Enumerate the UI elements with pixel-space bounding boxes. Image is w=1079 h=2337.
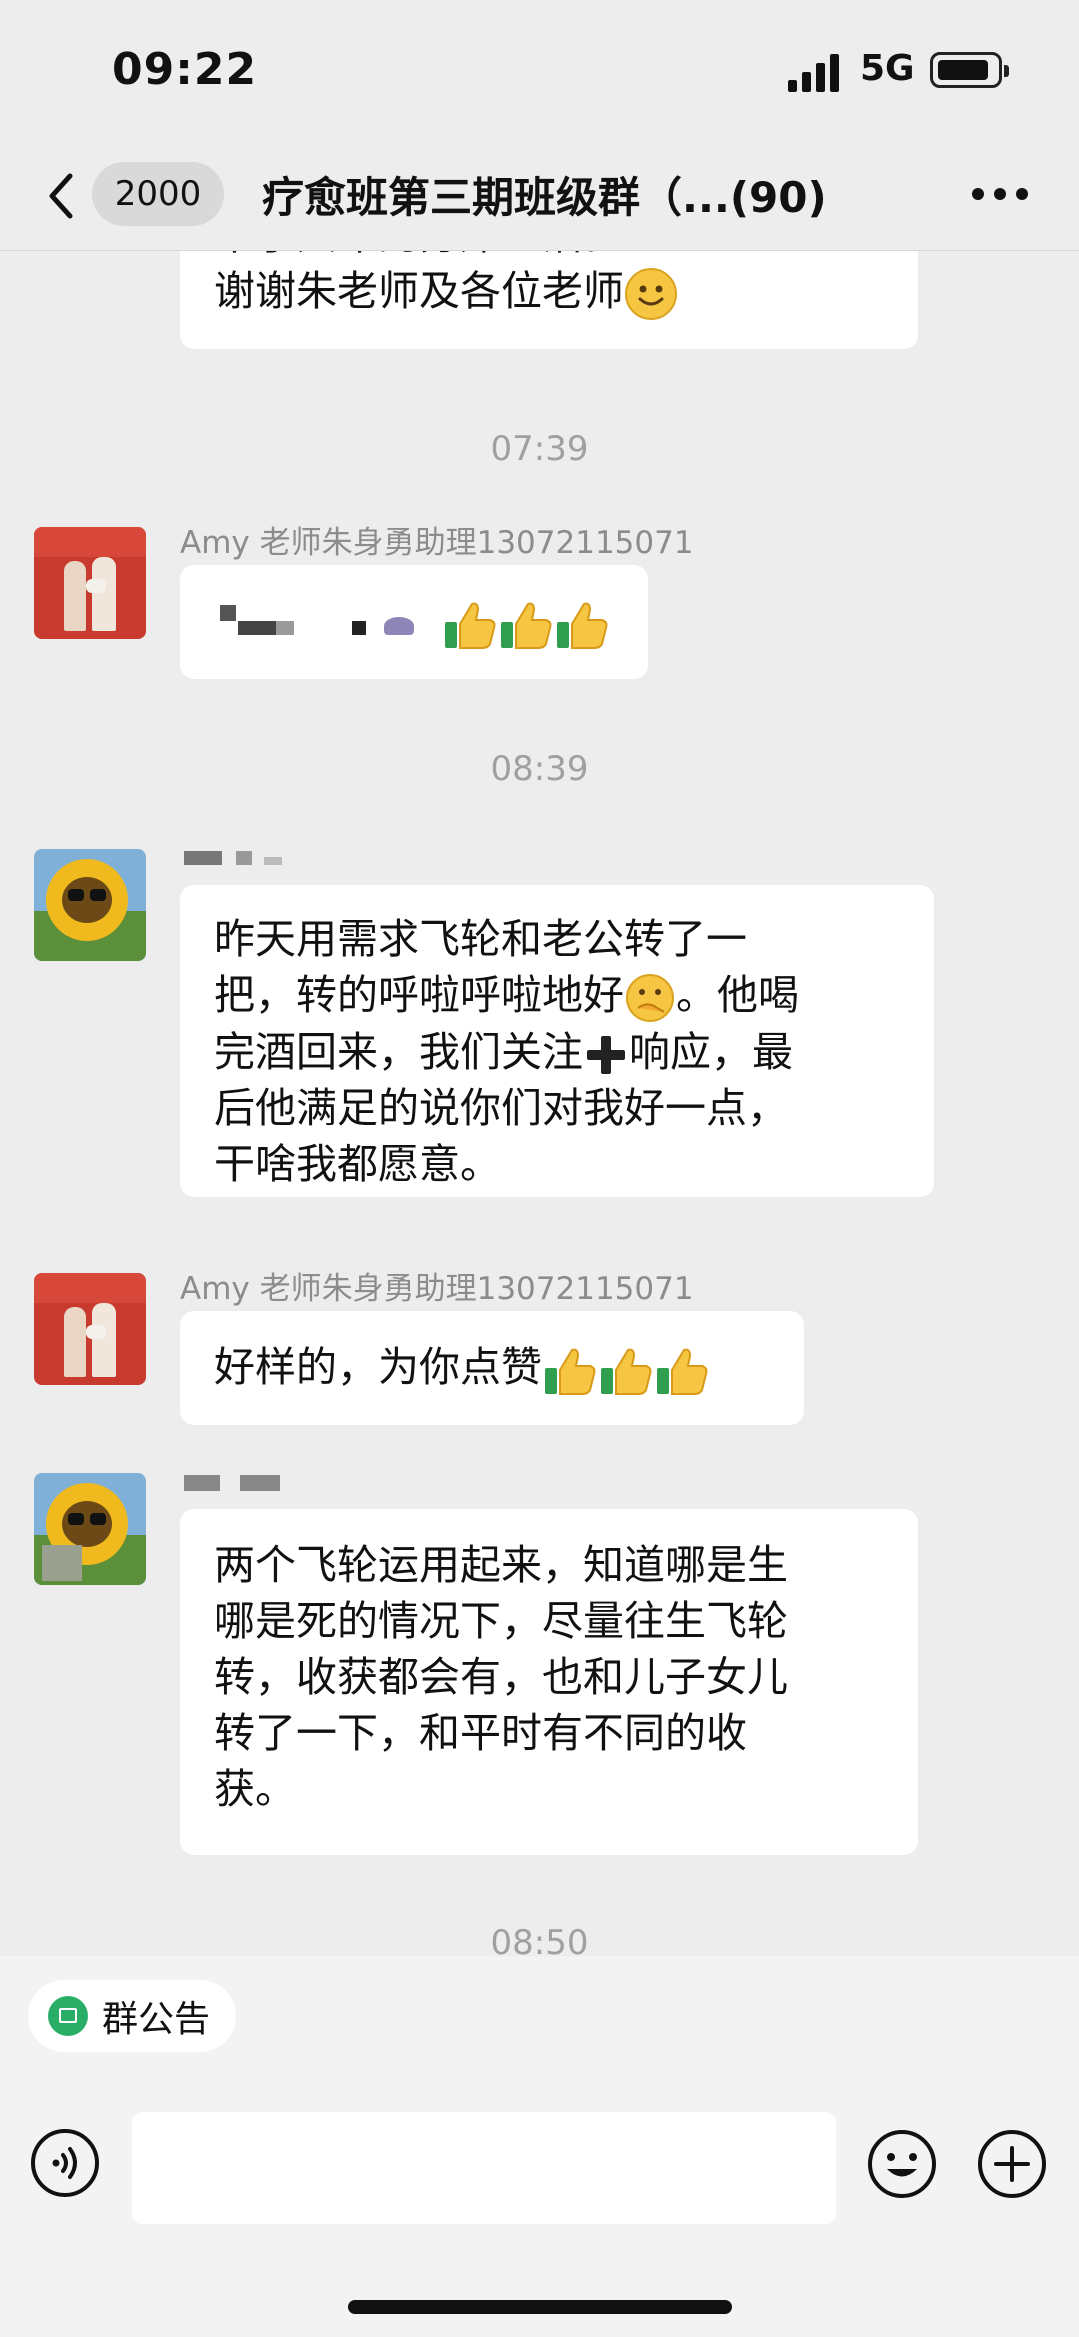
message-text: 来了六年的分床生活。 [214, 251, 884, 263]
timestamp: 08:50 [490, 1923, 589, 1956]
voice-icon[interactable] [30, 2128, 100, 2198]
sender-name: Amy 老师朱身勇助理13072115071 [180, 1271, 694, 1307]
chevron-left-icon[interactable] [40, 166, 80, 226]
status-time: 09:22 [112, 44, 258, 95]
thumbs-up-icon [545, 1348, 596, 1395]
message-text: 干啥我都愿意。 [214, 1140, 501, 1188]
message-list[interactable]: 来了六年的分床生活。 谢谢朱老师及各位老师 07:39 Amy 老师朱身勇助理1… [0, 251, 1079, 1956]
message-text: 获。 [214, 1765, 296, 1813]
message-text: 转，收获都会有，也和儿子女儿 [214, 1653, 788, 1701]
unread-count-badge[interactable]: 2000 [92, 162, 224, 226]
avatar[interactable] [34, 849, 146, 961]
network-type: 5G [860, 48, 915, 89]
avatar[interactable] [34, 1273, 146, 1385]
notice-icon [48, 1996, 88, 2036]
group-notice-button[interactable]: 群公告 [28, 1980, 237, 2052]
message-text: 哪是死的情况下，尽量往生飞轮 [214, 1597, 788, 1645]
message-text: 完酒回来，我们关注 响应，最 [214, 1028, 793, 1076]
avatar[interactable] [34, 1473, 146, 1585]
timestamp: 07:39 [490, 429, 589, 469]
message-bubble[interactable]: 昨天用需求飞轮和老公转了一 把，转的呼啦呼啦地好 。他喝 完酒回来，我们关注 响应，… [180, 885, 934, 1197]
message-text: 好样的，为你点赞 [214, 1339, 770, 1398]
thumbs-up-icon [445, 602, 496, 649]
redacted-content [238, 621, 276, 635]
thumbs-up-icon [501, 602, 552, 649]
message-text: 把，转的呼啦呼啦地好 。他喝 [214, 967, 900, 1024]
sender-name-redacted [184, 849, 334, 869]
chat-title: 疗愈班第三期班级群（...(90) [262, 173, 827, 222]
redacted-content [276, 621, 294, 635]
redacted-content [384, 617, 414, 635]
reaction-emojis [442, 593, 610, 652]
smile-emoji-icon [625, 268, 677, 320]
signal-icon [788, 54, 839, 92]
message-text: 后他满足的说你们对我好一点， [214, 1084, 788, 1132]
chat-header: 2000 疗愈班第三期班级群（...(90) [0, 140, 1079, 251]
plus-emoji-icon [587, 1036, 625, 1074]
sender-name: Amy 老师朱身勇助理13072115071 [180, 525, 694, 561]
message-input[interactable] [132, 2112, 836, 2224]
input-bar [0, 2066, 1079, 2337]
message-bubble[interactable]: 好样的，为你点赞 [180, 1311, 804, 1425]
message-text: 谢谢朱老师及各位老师 [214, 263, 884, 321]
message-text: 转了一下，和平时有不同的收 [214, 1709, 747, 1757]
message-bubble[interactable]: 两个飞轮运用起来，知道哪是生 哪是死的情况下，尽量往生飞轮 转，收获都会有，也和… [180, 1509, 918, 1855]
thumbs-up-icon [601, 1348, 652, 1395]
battery-icon [930, 52, 1009, 88]
message-bubble[interactable]: 来了六年的分床生活。 谢谢朱老师及各位老师 [180, 251, 918, 349]
avatar[interactable] [34, 527, 146, 639]
message-text: 昨天用需求飞轮和老公转了一 [214, 915, 747, 963]
thumbs-up-icon [557, 602, 608, 649]
more-dots-icon[interactable] [970, 186, 1030, 202]
emoji-icon[interactable] [866, 2128, 938, 2200]
group-notice-label: 群公告 [102, 1999, 211, 2040]
sender-name-redacted [184, 1473, 334, 1493]
redacted-content [220, 605, 236, 621]
thumbs-up-icon [657, 1348, 708, 1395]
message-text: 两个飞轮运用起来，知道哪是生 [214, 1541, 788, 1589]
notice-bar: 群公告 [0, 1956, 1079, 2066]
message-bubble[interactable] [180, 565, 648, 679]
redacted-content [352, 621, 366, 635]
plus-icon[interactable] [976, 2128, 1048, 2200]
home-indicator [348, 2300, 732, 2314]
thinking-emoji-icon [626, 974, 674, 1022]
timestamp: 08:39 [490, 749, 589, 789]
status-bar: 09:22 5G [0, 0, 1079, 140]
